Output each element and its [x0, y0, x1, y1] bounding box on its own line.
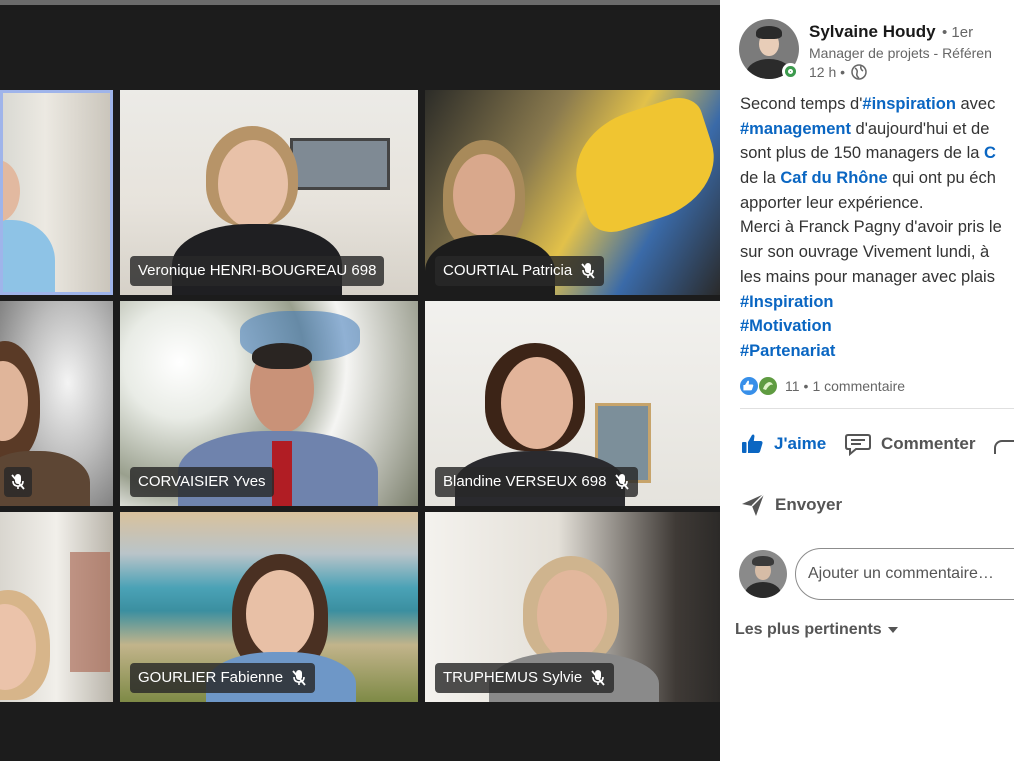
comment-input[interactable]: Ajouter un commentaire… [795, 548, 1014, 600]
participant-name: Veronique HENRI-BOUGREAU 698 [138, 262, 377, 279]
post-line: #Partenariat [740, 339, 1014, 364]
participant-figure [501, 357, 573, 449]
divider [740, 408, 1014, 409]
reaction-count: 11 [785, 378, 800, 394]
participant-name-tag: CORVAISIER Yves [130, 467, 274, 497]
microphone-muted-icon [615, 474, 630, 490]
post-text: Second temps d'#inspiration avec #manage… [740, 92, 1014, 364]
reactions-summary[interactable]: 11 • 1 commentaire [740, 377, 905, 395]
participant-name: GOURLIER Fabienne [138, 669, 284, 686]
comment-icon [845, 434, 871, 456]
meeting-top-bar [0, 0, 720, 5]
participant-name-tag: COURTIAL Patricia [435, 256, 605, 286]
video-tile-8[interactable]: GOURLIER Fabienne [120, 512, 418, 702]
participant-figure [218, 140, 288, 228]
post-line: #Motivation [740, 314, 1014, 339]
thumbs-up-icon [742, 434, 763, 453]
participant-name-tag: GOURLIER Fabienne [130, 663, 316, 693]
mention-link[interactable]: Caf du Rhône [780, 169, 887, 187]
online-status-icon [782, 63, 799, 80]
post-line: sont plus de 150 managers de la C [740, 144, 996, 163]
participant-name: COURTIAL Patricia [443, 262, 573, 279]
microphone-muted-icon [581, 263, 595, 279]
reaction-separator: • [803, 378, 809, 394]
sort-label: Les plus pertinents [735, 621, 882, 638]
video-tile-3[interactable]: COURTIAL Patricia [425, 90, 720, 295]
author-headline: Manager de projets - Référen [809, 45, 992, 61]
participant-name-tag [4, 467, 32, 497]
hashtag-link[interactable]: #Inspiration [740, 293, 834, 311]
video-tile-4[interactable] [0, 301, 113, 506]
microphone-muted-icon [292, 670, 306, 686]
support-reaction-icon [759, 377, 777, 395]
hashtag-link[interactable]: #Motivation [740, 317, 832, 335]
comment-sort-dropdown[interactable]: Les plus pertinents [735, 621, 898, 639]
hashtag-link[interactable]: #management [740, 120, 851, 138]
post-line: de la Caf du Rhône qui ont pu éch [740, 169, 996, 188]
participant-figure [537, 570, 607, 660]
necktie [272, 441, 292, 506]
microphone-muted-icon [11, 474, 25, 490]
video-tile-2[interactable]: Veronique HENRI-BOUGREAU 698 [120, 90, 418, 295]
wall-screen [290, 138, 390, 190]
commenter-avatar [739, 550, 787, 598]
send-button[interactable]: Envoyer [740, 492, 842, 518]
send-icon [742, 493, 765, 516]
window-view [70, 552, 110, 672]
participant-name: TRUPHEMUS Sylvie [443, 669, 583, 686]
video-tile-7[interactable] [0, 512, 113, 702]
post-time-text: 12 h • [809, 64, 846, 80]
avatar-figure [752, 555, 774, 567]
participant-name-tag: Veronique HENRI-BOUGREAU 698 [130, 256, 385, 286]
participant-figure [252, 343, 312, 369]
post-line: apporter leur expérience. [740, 193, 924, 212]
repost-icon[interactable] [994, 440, 1014, 454]
post-line: Second temps d'#inspiration avec [740, 95, 996, 113]
avatar-figure [744, 581, 782, 598]
like-button[interactable]: J'aime [740, 432, 826, 456]
connection-degree: • 1er [942, 24, 974, 41]
participant-name-tag: Blandine VERSEUX 698 [435, 467, 639, 497]
hashtag-link[interactable]: #inspiration [862, 95, 956, 113]
microphone-muted-icon [591, 670, 605, 686]
globe-icon [851, 64, 867, 80]
comment-label: Commenter [881, 434, 976, 453]
video-meeting-area: Veronique HENRI-BOUGREAU 698 COURTIAL Pa… [0, 0, 720, 761]
send-label: Envoyer [775, 495, 843, 514]
video-tile-1[interactable] [0, 90, 113, 295]
hashtag-link[interactable]: #Partenariat [740, 342, 835, 360]
video-tile-9[interactable]: TRUPHEMUS Sylvie [425, 512, 720, 702]
comment-button[interactable]: Commenter [844, 432, 975, 456]
participant-figure [246, 570, 314, 658]
participant-name-tag: TRUPHEMUS Sylvie [435, 663, 615, 693]
post-line: sur son ouvrage Vivement lundi, à [740, 243, 990, 262]
comment-count-link[interactable]: 1 commentaire [812, 378, 905, 394]
post-line: Merci à Franck Pagny d'avoir pris le [740, 218, 1002, 237]
post-line: #Inspiration [740, 290, 1014, 315]
caret-down-icon [887, 627, 898, 633]
video-tile-6[interactable]: Blandine VERSEUX 698 [425, 301, 720, 506]
participant-figure [453, 154, 515, 236]
social-post-panel: Sylvaine Houdy • 1er Manager de projets … [720, 0, 1014, 761]
avatar-figure [755, 26, 783, 40]
like-label: J'aime [774, 434, 827, 453]
post-line: #management d'aujourd'hui et de [740, 119, 990, 138]
participant-name: Blandine VERSEUX 698 [443, 473, 607, 490]
participant-name: CORVAISIER Yves [138, 473, 266, 490]
mention-link[interactable]: C [984, 144, 996, 162]
video-tile-5[interactable]: CORVAISIER Yves [120, 301, 418, 506]
author-name[interactable]: Sylvaine Houdy [809, 22, 936, 42]
post-timestamp: 12 h • [809, 64, 867, 80]
like-reaction-icon [740, 377, 758, 395]
post-line: les mains pour manager avec plais [740, 267, 995, 286]
